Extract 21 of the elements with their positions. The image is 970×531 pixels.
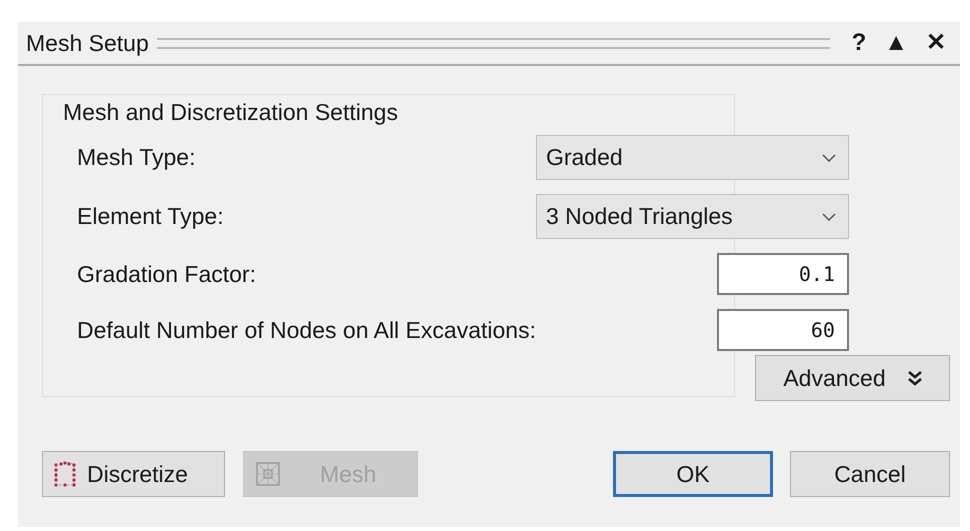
dropdown[interactable]: 3 Noded Triangles: [536, 194, 849, 239]
field-label: Element Type:: [77, 203, 225, 230]
close-button[interactable]: ✕: [920, 31, 952, 55]
dropdown[interactable]: Graded: [536, 135, 849, 180]
collapse-button[interactable]: ▲: [878, 31, 914, 55]
help-button[interactable]: ?: [846, 31, 872, 55]
dialog-button[interactable]: Cancel: [790, 451, 950, 497]
dialog-button[interactable]: Discretize: [42, 451, 225, 497]
group-title: Mesh and Discretization Settings: [63, 99, 398, 126]
field-label: Mesh Type:: [77, 144, 196, 171]
input-field[interactable]: 60: [716, 309, 849, 351]
dialog-button[interactable]: OK: [613, 451, 773, 497]
advanced-button[interactable]: Advanced: [755, 355, 950, 401]
field-label: Gradation Factor:: [77, 260, 257, 288]
input-field[interactable]: 0.1: [716, 253, 849, 295]
mesh-icon: [256, 462, 280, 486]
chevron-down-icon: [822, 154, 836, 162]
field-label: Default Number of Nodes on All Excavations:: [77, 316, 536, 344]
window-title: Mesh Setup: [26, 30, 149, 56]
discretize-icon: [53, 461, 77, 487]
chevron-down-icon: [822, 212, 836, 220]
